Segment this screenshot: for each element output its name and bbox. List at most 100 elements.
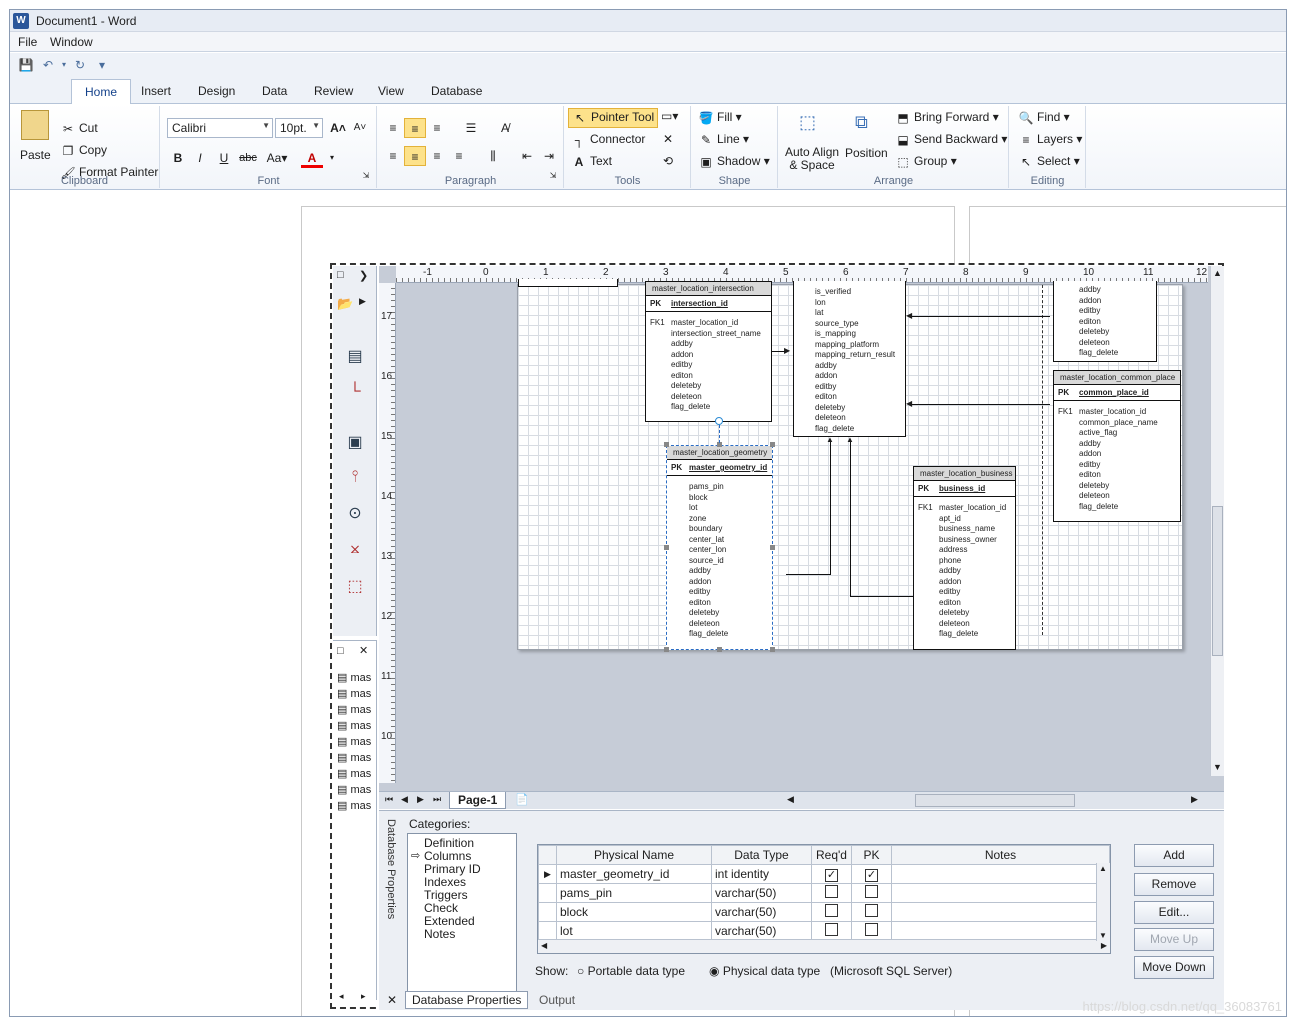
selection-handle[interactable]	[717, 647, 722, 652]
font-name-combo[interactable]: Calibri ▼	[167, 118, 273, 138]
group-button[interactable]: ⬚ Group ▾	[895, 154, 956, 170]
align-right-icon[interactable]: ≡	[426, 146, 448, 166]
grid-scroll-up-icon[interactable]: ▲	[1099, 864, 1107, 873]
underline-icon[interactable]: U	[213, 148, 235, 168]
stencil-icon[interactable]: 📂	[337, 296, 353, 312]
remove-button[interactable]: Remove	[1134, 873, 1214, 896]
word-app-icon[interactable]: W	[13, 13, 29, 29]
pk-checkbox[interactable]	[865, 923, 878, 936]
pointer-tool-button[interactable]: ↖ Pointer Tool	[568, 108, 659, 128]
relationship-line[interactable]	[830, 440, 831, 575]
category-shape-icon[interactable]: ⊙	[344, 503, 366, 525]
list-close-icon[interactable]: ✕	[359, 644, 368, 657]
copy-button[interactable]: ❐ Copy	[60, 143, 107, 159]
list-item[interactable]: ▤ mas	[337, 783, 371, 796]
rotate-text-icon[interactable]: ⟲	[663, 154, 673, 168]
list-scroll-left-icon[interactable]: ◂	[339, 991, 344, 1002]
menu-window[interactable]: Window	[50, 35, 93, 49]
category-columns[interactable]: Columns	[424, 849, 471, 863]
list-item[interactable]: ▤ mas	[337, 687, 371, 700]
cell-data-type[interactable]: int identity	[711, 864, 812, 884]
drawing-area[interactable]: -1 0 1 2 3 4 5 6 7 8 9 10 11 12 17 16 15…	[379, 266, 1224, 791]
list-item[interactable]: ▤ mas	[337, 719, 371, 732]
distribute-icon[interactable]: ⫼	[482, 146, 504, 166]
rectangle-tool-icon[interactable]: ▭▾	[661, 109, 678, 123]
dynamic-connector-icon[interactable]: ⬚	[344, 576, 366, 598]
pk-checkbox[interactable]	[865, 885, 878, 898]
relationship-line[interactable]	[910, 316, 1050, 317]
auto-align-button[interactable]: Auto Align & Space	[785, 146, 839, 172]
position-button[interactable]: Position	[845, 146, 888, 160]
position-icon[interactable]: ⧉	[855, 112, 868, 133]
add-button[interactable]: Add	[1134, 844, 1214, 867]
first-page-icon[interactable]: ⏮	[385, 794, 393, 805]
tab-data[interactable]: Data	[262, 84, 287, 98]
table-row[interactable]: block varchar(50)	[538, 902, 1110, 922]
list-scroll-right-icon[interactable]: ▸	[361, 991, 366, 1002]
shrink-font-icon[interactable]: A˅	[349, 118, 371, 138]
columns-grid[interactable]: Physical Name Data Type Req'd PK Notes ▶…	[537, 844, 1111, 954]
selection-handle[interactable]	[664, 545, 669, 550]
cell-physical-name[interactable]: master_geometry_id	[556, 864, 712, 884]
layers-button[interactable]: ≡ Layers ▾	[1018, 132, 1082, 148]
auto-align-icon[interactable]: ⬚	[799, 112, 816, 133]
tab-output[interactable]: Output	[539, 993, 575, 1007]
list-item[interactable]: ▤ mas	[337, 799, 371, 812]
text-direction-icon[interactable]: A̸	[494, 118, 516, 138]
horizontal-scroll-thumb[interactable]	[915, 794, 1075, 807]
cell-data-type[interactable]: varchar(50)	[711, 883, 812, 903]
reqd-checkbox[interactable]: ✓	[825, 868, 838, 882]
tab-database[interactable]: Database	[431, 84, 482, 98]
reqd-checkbox[interactable]	[825, 923, 838, 936]
grid-hscrollbar[interactable]: ◀ ▶	[538, 939, 1110, 953]
align-left-icon[interactable]: ≡	[382, 146, 404, 166]
cell-data-type[interactable]: varchar(50)	[711, 902, 812, 922]
vertical-scroll-thumb[interactable]	[1212, 506, 1223, 656]
cell-notes[interactable]	[891, 902, 1110, 922]
embedded-visio-frame[interactable]: □ ❯ 📂 ▶ ▤ └ ▣ ⫯ ⊙ ⨲ ⬚ □ ✕ ▤ mas ▤ mas ▤ …	[330, 263, 1224, 1010]
category-indexes[interactable]: Indexes	[424, 875, 466, 889]
bold-icon[interactable]: B	[167, 148, 189, 168]
physical-radio[interactable]: ◉ Physical data type	[709, 964, 820, 978]
move-up-button[interactable]: Move Up	[1134, 928, 1214, 951]
relationship-line[interactable]	[850, 596, 913, 597]
selection-handle[interactable]	[770, 442, 775, 447]
customize-qat-icon[interactable]: ▾	[94, 57, 110, 73]
cell-physical-name[interactable]: block	[556, 902, 712, 922]
font-color-dropdown-icon[interactable]: ▾	[321, 148, 343, 168]
drawing-page[interactable]: master_location_intersection PK intersect…	[517, 279, 1183, 652]
hscroll-right-icon[interactable]: ▶	[1191, 794, 1198, 805]
cell-physical-name[interactable]: pams_pin	[556, 883, 712, 903]
entity-master-location-business[interactable]: master_location_business PK business_id F…	[913, 466, 1016, 650]
font-size-combo[interactable]: 10pt. ▼	[275, 118, 323, 138]
grid-vscrollbar[interactable]: ▲ ▼	[1096, 863, 1110, 941]
rotation-handle[interactable]	[715, 417, 723, 425]
pk-checkbox[interactable]	[865, 904, 878, 917]
tab-design[interactable]: Design	[198, 84, 235, 98]
relationship-shape-icon[interactable]: └	[344, 381, 366, 403]
line-button[interactable]: ✎ Line ▾	[698, 132, 749, 148]
font-color-icon[interactable]: A	[301, 148, 323, 168]
hscroll-left-icon[interactable]: ◀	[787, 794, 794, 805]
categories-list[interactable]: Definition ⇨ Columns Primary ID Indexes …	[407, 833, 517, 1001]
parent-to-category-icon[interactable]: ⫯	[344, 466, 366, 488]
reqd-checkbox[interactable]	[825, 885, 838, 898]
grid-scroll-left-icon[interactable]: ◀	[541, 941, 547, 950]
strikethrough-icon[interactable]: abc	[237, 148, 259, 168]
cut-button[interactable]: ✂ Cut	[60, 121, 98, 137]
list-item[interactable]: ▤ mas	[337, 671, 371, 684]
scroll-down-icon[interactable]: ▼	[1213, 762, 1222, 772]
insert-page-icon[interactable]: 📄	[515, 793, 529, 806]
cell-notes[interactable]	[891, 921, 1110, 941]
selection-handle[interactable]	[664, 647, 669, 652]
expand-chevron-icon[interactable]: ❯	[359, 269, 368, 282]
grid-scroll-right-icon[interactable]: ▶	[1101, 941, 1107, 950]
table-row[interactable]: pams_pin varchar(50)	[538, 883, 1110, 903]
scroll-up-icon[interactable]: ▲	[1213, 268, 1222, 278]
stencil-chevron-icon[interactable]: ▶	[359, 296, 366, 307]
paste-icon[interactable]	[21, 110, 49, 140]
shadow-button[interactable]: ▣ Shadow ▾	[698, 154, 769, 170]
grid-scroll-down-icon[interactable]: ▼	[1099, 931, 1107, 940]
align-top-icon[interactable]: ≡	[382, 118, 404, 138]
align-center-icon[interactable]: ≡	[404, 146, 426, 166]
